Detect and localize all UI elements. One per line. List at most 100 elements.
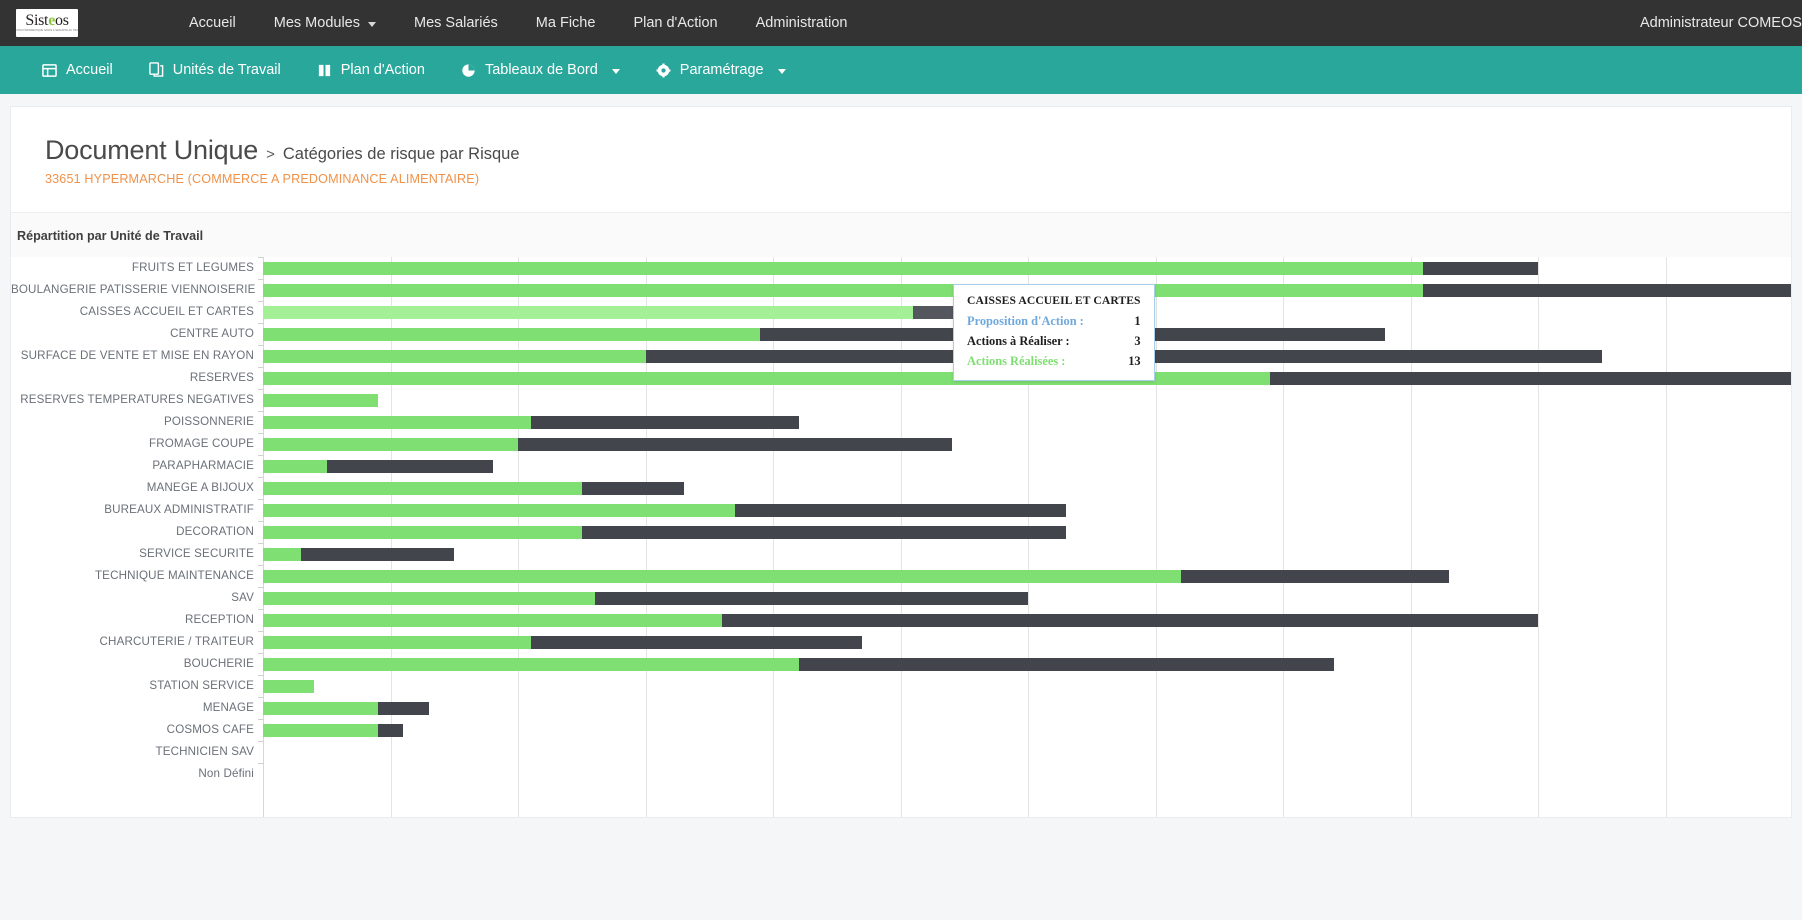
chart-row[interactable]: DECORATION	[11, 521, 1791, 543]
chart-bar[interactable]	[263, 613, 1538, 627]
chart-row[interactable]: SERVICE SECURITE	[11, 543, 1791, 565]
chart-bar[interactable]	[263, 349, 1602, 363]
bar-segment-todo[interactable]	[1423, 261, 1538, 275]
bar-segment-todo[interactable]	[1270, 371, 1791, 385]
bar-segment-done[interactable]	[263, 701, 378, 715]
chart-bar[interactable]	[263, 635, 862, 649]
bar-segment-todo[interactable]	[594, 591, 1028, 605]
chart-bar[interactable]	[263, 503, 1066, 517]
chart-row[interactable]: CENTRE AUTO	[11, 323, 1791, 345]
chart-bar[interactable]	[263, 657, 1334, 671]
chart-row[interactable]: POISSONNERIE	[11, 411, 1791, 433]
bar-segment-todo[interactable]	[1423, 283, 1791, 297]
chart-row[interactable]: CHARCUTERIE / TRAITEUR	[11, 631, 1791, 653]
chart-row[interactable]: SURFACE DE VENTE ET MISE EN RAYON	[11, 345, 1791, 367]
bar-segment-todo[interactable]	[377, 723, 403, 737]
top-nav-item-administration[interactable]: Administration	[737, 0, 867, 46]
subnav-item-unites-de-travail[interactable]: Unités de Travail	[131, 46, 299, 94]
bar-segment-todo[interactable]	[722, 613, 1538, 627]
bar-segment-done[interactable]	[263, 613, 722, 627]
chart-row[interactable]: BOUCHERIE	[11, 653, 1791, 675]
bar-segment-done[interactable]	[263, 657, 799, 671]
bar-segment-done[interactable]	[263, 569, 1182, 583]
chart-bar[interactable]	[263, 569, 1449, 583]
chart-row[interactable]: BUREAUX ADMINISTRATIF	[11, 499, 1791, 521]
chart-row[interactable]: TECHNICIEN SAV	[11, 741, 1791, 763]
chart-bar[interactable]	[263, 701, 429, 715]
current-user-label[interactable]: Administrateur COMEOS2	[1640, 0, 1802, 46]
bar-segment-done[interactable]	[263, 679, 314, 693]
chart-bar[interactable]	[263, 723, 403, 737]
bar-segment-todo[interactable]	[301, 547, 454, 561]
bar-segment-done[interactable]	[263, 349, 646, 363]
bar-segment-done[interactable]	[263, 261, 1424, 275]
top-nav-item-mes-modules[interactable]: Mes Modules	[255, 0, 395, 46]
bar-segment-done[interactable]	[263, 525, 582, 539]
bar-segment-done[interactable]	[263, 481, 582, 495]
bar-segment-todo[interactable]	[581, 525, 1066, 539]
chart-row[interactable]: SAV	[11, 587, 1791, 609]
subnav-item-tableaux-de-bord[interactable]: Tableaux de Bord	[443, 46, 638, 94]
chart-bar[interactable]	[263, 679, 314, 693]
bar-segment-done[interactable]	[263, 415, 531, 429]
subnav-item-parametrage[interactable]: Paramétrage	[638, 46, 804, 94]
bar-segment-todo[interactable]	[530, 635, 862, 649]
top-nav-item-accueil[interactable]: Accueil	[170, 0, 255, 46]
bar-segment-done[interactable]	[263, 547, 302, 561]
top-nav-item-ma-fiche[interactable]: Ma Fiche	[517, 0, 615, 46]
chart-row[interactable]: RECEPTION	[11, 609, 1791, 631]
chart-bar[interactable]	[263, 437, 952, 451]
chart-bar[interactable]	[263, 393, 378, 407]
bar-segment-done[interactable]	[263, 591, 595, 605]
bar-segment-done[interactable]	[263, 503, 735, 517]
bar-segment-todo[interactable]	[531, 415, 799, 429]
chart-bar[interactable]	[263, 525, 1066, 539]
top-nav-item-mes-salaries[interactable]: Mes Salariés	[395, 0, 517, 46]
bar-segment-todo[interactable]	[581, 481, 684, 495]
bar-segment-todo[interactable]	[798, 657, 1334, 671]
bar-segment-done[interactable]	[263, 635, 531, 649]
bar-segment-todo[interactable]	[734, 503, 1066, 517]
chart-row-label: PARAPHARMACIE	[152, 459, 254, 472]
bar-segment-todo[interactable]	[1181, 569, 1449, 583]
table-icon	[42, 63, 57, 78]
bar-segment-done[interactable]	[263, 393, 378, 407]
bar-segment-todo[interactable]	[518, 437, 952, 451]
chart-row[interactable]: RESERVES TEMPERATURES NEGATIVES	[11, 389, 1791, 411]
chart-bar[interactable]	[263, 415, 799, 429]
chart-row[interactable]: MENAGE	[11, 697, 1791, 719]
chart-row[interactable]: BOULANGERIE PATISSERIE VIENNOISERIE	[11, 279, 1791, 301]
chart-row[interactable]: PARAPHARMACIE	[11, 455, 1791, 477]
bar-segment-done[interactable]	[263, 459, 327, 473]
chart-bar[interactable]	[263, 591, 1028, 605]
main-menu: Accueil Mes Modules Mes Salariés Ma Fich…	[170, 0, 867, 46]
chart-row[interactable]: FRUITS ET LEGUMES	[11, 257, 1791, 279]
bar-segment-done[interactable]	[263, 283, 1424, 297]
bar-segment-done[interactable]	[263, 723, 378, 737]
bar-segment-todo[interactable]	[377, 701, 429, 715]
chart-row[interactable]: MANEGE A BIJOUX	[11, 477, 1791, 499]
chart-row[interactable]: RESERVES	[11, 367, 1791, 389]
top-nav-item-plan-daction[interactable]: Plan d'Action	[614, 0, 736, 46]
chart-bar[interactable]	[263, 547, 454, 561]
chart-bar[interactable]	[263, 327, 1385, 341]
chart-bar[interactable]	[263, 459, 493, 473]
bar-chart-plot[interactable]: FRUITS ET LEGUMES BOULANGERIE PATISSERIE …	[11, 257, 1791, 817]
subnav-item-plan-daction[interactable]: Plan d'Action	[299, 46, 443, 94]
book-icon	[317, 63, 332, 78]
chart-bar[interactable]	[263, 481, 684, 495]
chart-row[interactable]: COSMOS CAFE	[11, 719, 1791, 741]
chart-row[interactable]: FROMAGE COUPE	[11, 433, 1791, 455]
bar-segment-done[interactable]	[263, 327, 761, 341]
chart-row[interactable]: TECHNIQUE MAINTENANCE	[11, 565, 1791, 587]
chart-row[interactable]: Non Défini	[11, 763, 1791, 785]
bar-segment-todo[interactable]	[326, 459, 493, 473]
bar-segment-done[interactable]	[263, 305, 914, 319]
subnav-item-accueil[interactable]: Accueil	[24, 46, 131, 94]
chart-bar[interactable]	[263, 261, 1538, 275]
chart-row[interactable]: CAISSES ACCUEIL ET CARTES	[11, 301, 1791, 323]
chart-row-label: RESERVES TEMPERATURES NEGATIVES	[20, 393, 254, 406]
bar-segment-done[interactable]	[263, 437, 519, 451]
sisteos-logo[interactable]: Sisteos SOLUTION INFORMATIQUE SANTE & SE…	[16, 9, 78, 37]
chart-row[interactable]: STATION SERVICE	[11, 675, 1791, 697]
